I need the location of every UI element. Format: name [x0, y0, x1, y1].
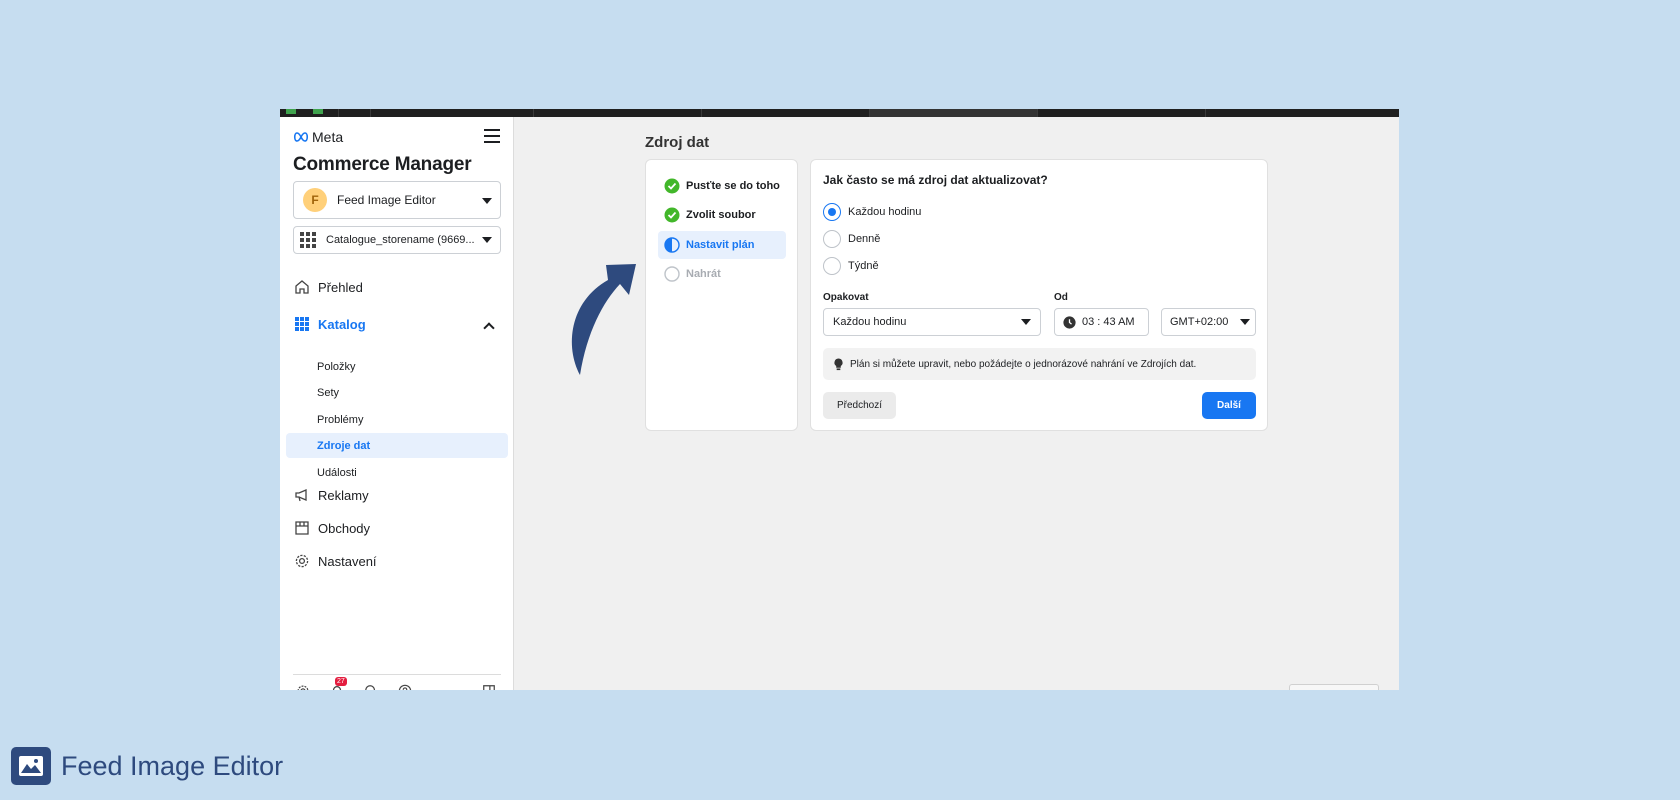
step-label: Pusťte se do toho: [686, 180, 780, 192]
half-circle-progress-icon: [664, 237, 680, 253]
radio-button[interactable]: [823, 230, 841, 248]
nav-overview[interactable]: Přehled: [293, 278, 363, 296]
megaphone-icon: [293, 486, 311, 504]
nav-settings[interactable]: Nastavení: [293, 552, 377, 570]
shop-icon: [293, 519, 311, 537]
nav-catalog[interactable]: Katalog: [293, 315, 366, 333]
sidebar-item-events[interactable]: Události: [286, 460, 508, 485]
clock-icon: [1063, 315, 1076, 329]
caret-down-icon: [1021, 319, 1031, 325]
sidebar-item-issues[interactable]: Problémy: [286, 407, 508, 432]
chevron-up-icon[interactable]: [483, 322, 495, 334]
sidebar-item-data-sources[interactable]: Zdroje dat: [286, 433, 508, 458]
radio-button-selected[interactable]: [823, 203, 841, 221]
browser-tab[interactable]: [701, 109, 869, 117]
check-circle-icon: [664, 178, 680, 194]
radio-button[interactable]: [823, 257, 841, 275]
browser-tab[interactable]: [1205, 109, 1373, 117]
search-icon[interactable]: [362, 682, 380, 690]
app-screenshot: Meta Commerce Manager F Feed Image Edito…: [280, 109, 1399, 690]
timezone-select[interactable]: GMT+02:00: [1161, 308, 1256, 336]
info-text: Plán si můžete upravit, nebo požádejte o…: [850, 358, 1197, 370]
step-label: Nastavit plán: [686, 239, 755, 251]
repeat-select[interactable]: Každou hodinu: [823, 308, 1041, 336]
app-title: Commerce Manager: [293, 154, 472, 175]
browser-tab-bar: [280, 109, 1399, 117]
nav-settings-label: Nastavení: [318, 553, 377, 569]
nav-ads[interactable]: Reklamy: [293, 486, 369, 504]
radio-weekly[interactable]: Týdně: [823, 257, 879, 275]
sheets-tab-icon[interactable]: [313, 109, 323, 114]
time-value: 03 : 43 AM: [1082, 316, 1135, 328]
empty-circle-icon: [664, 266, 680, 282]
browser-tab[interactable]: [1037, 109, 1205, 117]
browser-tab[interactable]: [533, 109, 701, 117]
sheets-tab-icon[interactable]: [286, 109, 296, 114]
caret-down-icon: [482, 198, 492, 204]
sidebar-item-sets[interactable]: Sety: [286, 380, 508, 405]
step-upload[interactable]: Nahrát: [658, 260, 786, 288]
radio-label: Týdně: [848, 260, 879, 272]
avatar: F: [303, 188, 327, 212]
schedule-form: Jak často se má zdroj dat aktualizovat? …: [810, 159, 1268, 431]
meta-logo[interactable]: Meta: [293, 129, 343, 145]
nav-catalog-label: Katalog: [318, 316, 366, 332]
sidebar-divider: [293, 674, 501, 675]
step-choose-file[interactable]: Zvolit soubor: [658, 201, 786, 229]
info-note: Plán si můžete upravit, nebo požádejte o…: [823, 348, 1256, 380]
nav-shops[interactable]: Obchody: [293, 519, 370, 537]
sidebar: Meta Commerce Manager F Feed Image Edito…: [280, 117, 514, 690]
step-get-started[interactable]: Pusťte se do toho: [658, 172, 786, 200]
home-icon: [293, 278, 311, 296]
brand-footer: Feed Image Editor: [11, 747, 283, 785]
browser-tab[interactable]: [370, 109, 533, 117]
sidebar-item-items[interactable]: Položky: [286, 354, 508, 379]
radio-label: Denně: [848, 233, 881, 245]
brand-name: Feed Image Editor: [61, 750, 284, 781]
hamburger-menu-icon[interactable]: [484, 129, 500, 143]
panel-toggle-icon[interactable]: [480, 682, 498, 690]
help-icon[interactable]: [396, 682, 414, 690]
browser-tab-active[interactable]: [869, 109, 1037, 117]
step-label: Nahrát: [686, 268, 721, 280]
notifications-badge: 27: [335, 677, 347, 686]
account-selector[interactable]: F Feed Image Editor: [293, 181, 501, 219]
caret-down-icon: [1240, 319, 1250, 325]
settings-gear-icon[interactable]: [294, 682, 312, 690]
nav-overview-label: Přehled: [318, 279, 363, 295]
nav-shops-label: Obchody: [318, 520, 371, 536]
timezone-value: GMT+02:00: [1170, 316, 1229, 328]
nav-ads-label: Reklamy: [318, 487, 369, 503]
catalogue-grid-icon: [300, 232, 316, 248]
from-label: Od: [1054, 292, 1068, 303]
meta-logo-text: Meta: [312, 129, 344, 145]
step-set-schedule[interactable]: Nastavit plán: [658, 231, 786, 259]
repeat-label: Opakovat: [823, 292, 869, 303]
schedule-question: Jak často se má zdroj dat aktualizovat?: [823, 173, 1048, 187]
meta-infinity-icon: [293, 132, 309, 142]
steps-card: Pusťte se do toho Zvolit soubor Nastavit…: [645, 159, 798, 431]
bottom-right-widget: [1289, 684, 1379, 690]
previous-button[interactable]: Předchozí: [823, 392, 896, 419]
radio-daily[interactable]: Denně: [823, 230, 880, 248]
repeat-value: Každou hodinu: [833, 316, 907, 328]
annotation-arrow-icon: [571, 264, 636, 375]
image-editor-logo-icon: [11, 747, 51, 785]
account-name: Feed Image Editor: [337, 193, 436, 207]
lightbulb-icon: [834, 358, 843, 370]
check-circle-icon: [664, 207, 680, 223]
time-input[interactable]: 03 : 43 AM: [1054, 308, 1149, 336]
page-title: Zdroj dat: [645, 134, 710, 151]
browser-tab[interactable]: [338, 109, 350, 117]
catalog-grid-icon: [293, 315, 311, 333]
step-label: Zvolit soubor: [686, 209, 756, 221]
gear-icon: [293, 552, 311, 570]
next-button[interactable]: Další: [1202, 392, 1256, 419]
caret-down-icon: [482, 237, 492, 243]
radio-hourly[interactable]: Každou hodinu: [823, 203, 921, 221]
radio-label: Každou hodinu: [848, 206, 922, 218]
catalogue-name: Catalogue_storename (9669...: [326, 234, 475, 246]
catalogue-selector[interactable]: Catalogue_storename (9669...: [293, 226, 501, 254]
